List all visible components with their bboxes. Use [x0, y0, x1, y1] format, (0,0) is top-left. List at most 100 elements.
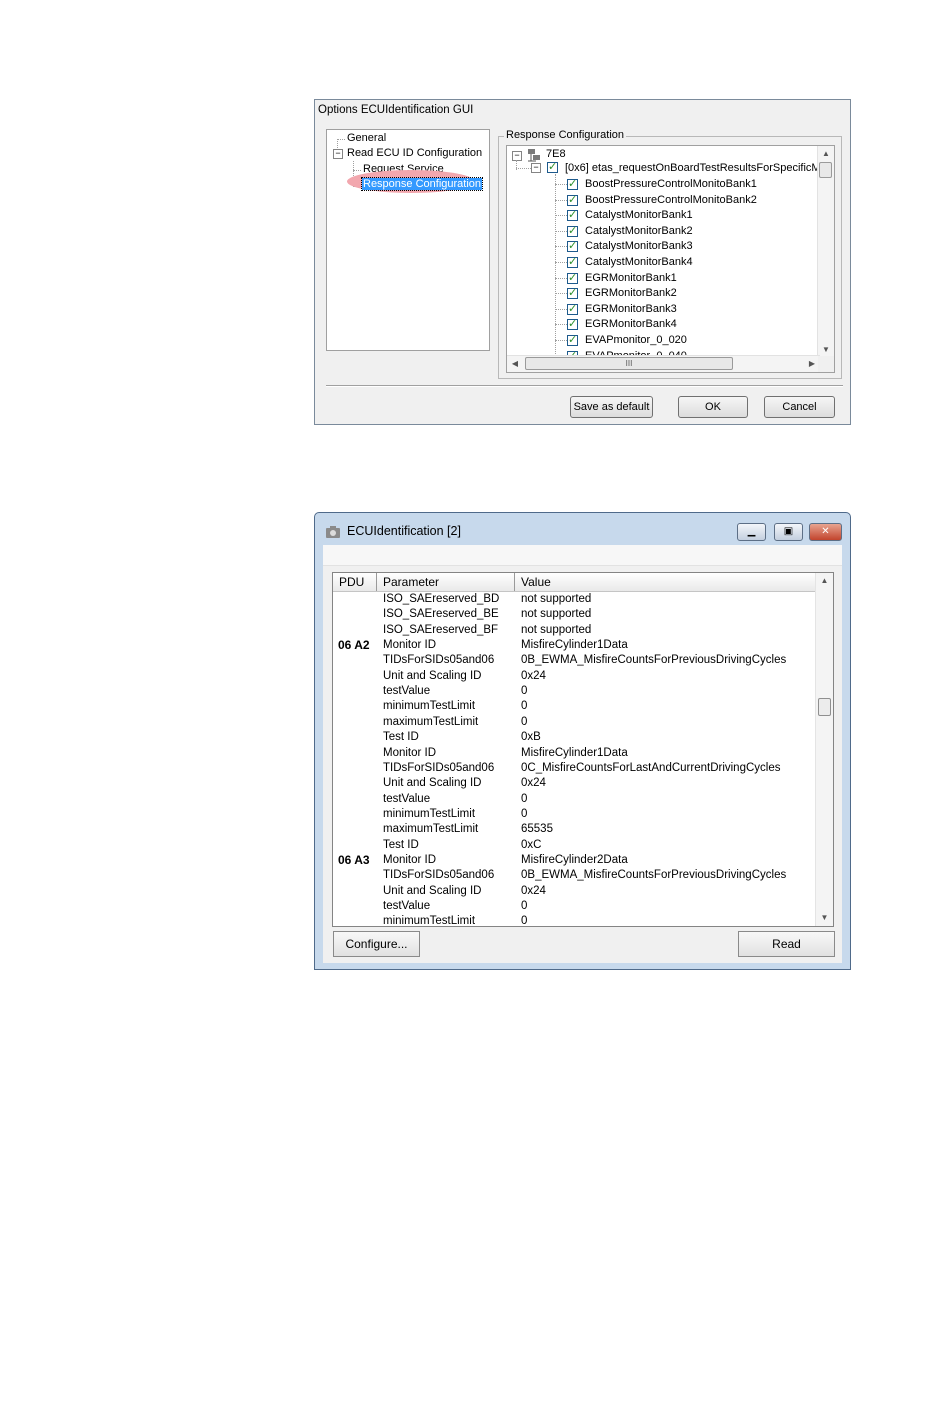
table-row[interactable]: ISO_SAEreserved_BD not supported: [333, 592, 817, 607]
monitor-checkbox[interactable]: ✓: [567, 288, 578, 300]
monitor-checkbox[interactable]: ✓: [567, 257, 578, 268]
monitor-checkbox[interactable]: ✓: [567, 210, 578, 222]
monitor-checkbox[interactable]: ✓: [567, 241, 578, 253]
nav-item-response-configuration[interactable]: Response Configuration: [347, 170, 484, 193]
tree-item-monitor[interactable]: CatalystMonitorBank1: [585, 208, 693, 223]
value-cell: 0: [521, 685, 528, 698]
grid-header: PDU Parameter Value: [333, 573, 817, 592]
table-row[interactable]: Test ID 0xB: [333, 730, 817, 745]
ok-button[interactable]: OK: [678, 396, 748, 418]
table-row[interactable]: 06 A3 Monitor ID MisfireCylinder2Data: [333, 853, 817, 868]
parameter-cell: Monitor ID: [383, 639, 437, 652]
value-cell: 0: [521, 900, 528, 912]
value-cell: not supported: [521, 623, 592, 636]
table-row[interactable]: minimumTestLimit 0: [333, 699, 817, 714]
scroll-left-arrow-icon[interactable]: ◀: [507, 356, 523, 372]
parameter-cell: ISO_SAEreserved_BF: [383, 623, 499, 636]
parameter-cell: Unit and Scaling ID: [383, 669, 482, 682]
table-row[interactable]: minimumTestLimit 0: [333, 807, 817, 822]
table-row[interactable]: TIDsForSIDs05and06 0B_EWMA_MisfireCountsF…: [333, 653, 817, 668]
monitor-checkbox[interactable]: ✓: [567, 194, 578, 206]
parameter-cell: minimumTestLimit: [383, 807, 476, 820]
tree-item-monitor[interactable]: EGRMonitorBank1: [585, 271, 677, 286]
results-grid[interactable]: PDU Parameter Value ISO_SAEreserved_BDno…: [332, 572, 834, 927]
group-title: Response Configuration: [504, 129, 627, 141]
parameter-cell: TIDsForSIDs05and06: [383, 869, 495, 882]
table-row[interactable]: TIDsForSIDs05and06 0C_MisfireCountsForLas…: [333, 761, 817, 776]
monitor-checkbox[interactable]: ✓: [567, 179, 578, 190]
tree-item-monitor[interactable]: CatalystMonitorBank3: [585, 239, 693, 254]
parameter-cell: testValue: [383, 792, 431, 805]
tree-item-monitor[interactable]: CatalystMonitorBank2: [585, 224, 693, 239]
table-row[interactable]: ISO_SAEreserved_BF not supported: [333, 623, 817, 638]
tree-item-monitor[interactable]: EGRMonitorBank4: [585, 317, 677, 332]
grid-vertical-scrollbar[interactable]: ▲ ▼: [815, 573, 833, 926]
monitor-checkbox[interactable]: ✓: [567, 272, 578, 284]
monitor-checkbox[interactable]: ✓: [567, 225, 578, 237]
table-row[interactable]: minimumTestLimit 0: [333, 914, 817, 926]
tree-service[interactable]: [0x6] etas_requestOnBoardTestResultsForS…: [565, 161, 820, 176]
parameter-cell: Monitor ID: [383, 746, 437, 759]
table-row[interactable]: testValue 0: [333, 792, 817, 807]
value-cell: 0xB: [521, 731, 541, 744]
table-row[interactable]: testValue 0: [333, 899, 817, 914]
network-node-icon: [528, 149, 540, 162]
tree-item-monitor[interactable]: CatalystMonitorBank4: [585, 255, 693, 270]
table-row[interactable]: Monitor ID MisfireCylinder1Data: [333, 746, 817, 761]
tree-item-monitor[interactable]: EGRMonitorBank2: [585, 286, 677, 301]
minimize-button[interactable]: ▁: [737, 523, 766, 541]
save-as-default-button[interactable]: Save as default: [570, 396, 653, 418]
nav-item-general[interactable]: General: [347, 132, 386, 144]
response-config-tree[interactable]: − 7E8 − ✓ [0x6] etas_requestOnBoardTestR…: [506, 145, 835, 373]
close-button[interactable]: ✕: [809, 523, 842, 541]
collapse-icon[interactable]: −: [333, 149, 343, 159]
scroll-thumb[interactable]: [819, 162, 832, 178]
table-row[interactable]: maximumTestLimit 65535: [333, 822, 817, 837]
tree-horizontal-scrollbar[interactable]: ◀ III ▶: [507, 355, 820, 372]
dialog-title: Options ECUIdentification GUI: [318, 104, 474, 116]
read-button[interactable]: Read: [738, 931, 835, 957]
table-row[interactable]: Unit and Scaling ID 0x24: [333, 884, 817, 899]
scroll-up-arrow-icon[interactable]: ▲: [818, 146, 834, 162]
table-row[interactable]: 06 A2 Monitor ID MisfireCylinder1Data: [333, 638, 817, 653]
scroll-up-arrow-icon[interactable]: ▲: [816, 573, 833, 589]
tree-item-monitor[interactable]: EGRMonitorBank3: [585, 302, 677, 317]
table-row[interactable]: Test ID 0xC: [333, 838, 817, 853]
tree-item-monitor[interactable]: BoostPressureControlMonitoBank2: [585, 193, 757, 208]
parameter-cell: maximumTestLimit: [383, 715, 479, 728]
table-row[interactable]: maximumTestLimit 0: [333, 715, 817, 730]
value-cell: 0: [521, 807, 528, 820]
maximize-button[interactable]: ▣: [774, 523, 803, 541]
table-row[interactable]: TIDsForSIDs05and06 0B_EWMA_MisfireCountsF…: [333, 868, 817, 883]
value-cell: 0x24: [521, 669, 546, 682]
column-header-value[interactable]: Value: [521, 575, 551, 589]
options-nav-tree[interactable]: General − Read ECU ID Configuration Requ…: [326, 129, 490, 351]
tree-root[interactable]: 7E8: [546, 147, 566, 162]
service-checkbox[interactable]: ✓: [547, 162, 558, 173]
nav-item-read-ecu-id-configuration[interactable]: Read ECU ID Configuration: [347, 147, 482, 159]
value-cell: 0: [521, 792, 528, 805]
monitor-checkbox[interactable]: ✓: [567, 303, 578, 315]
parameter-cell: Unit and Scaling ID: [383, 777, 482, 790]
scroll-thumb[interactable]: [818, 698, 831, 716]
collapse-icon[interactable]: −: [512, 151, 522, 161]
table-row[interactable]: ISO_SAEreserved_BE not supported: [333, 607, 817, 622]
tree-vertical-scrollbar[interactable]: ▲ ▼: [817, 146, 834, 358]
tree-item-monitor[interactable]: BoostPressureControlMonitoBank1: [585, 177, 757, 192]
options-dialog: Options ECUIdentification GUI General − …: [314, 99, 851, 425]
table-row[interactable]: Unit and Scaling ID 0x24: [333, 776, 817, 791]
table-row[interactable]: testValue 0: [333, 684, 817, 699]
table-row[interactable]: Unit and Scaling ID 0x24: [333, 669, 817, 684]
monitor-checkbox[interactable]: ✓: [567, 319, 578, 331]
parameter-cell: ISO_SAEreserved_BD: [383, 593, 500, 605]
cancel-button[interactable]: Cancel: [764, 396, 835, 418]
collapse-icon[interactable]: −: [531, 163, 541, 173]
scroll-thumb[interactable]: III: [525, 357, 733, 370]
configure-button[interactable]: Configure...: [333, 931, 420, 957]
column-header-pdu[interactable]: PDU: [339, 575, 364, 589]
column-header-parameter[interactable]: Parameter: [383, 575, 439, 589]
scroll-down-arrow-icon[interactable]: ▼: [816, 910, 833, 926]
monitor-checkbox[interactable]: ✓: [567, 335, 578, 346]
tree-item-monitor[interactable]: EVAPmonitor_0_020: [585, 333, 687, 348]
value-cell: not supported: [521, 593, 592, 605]
